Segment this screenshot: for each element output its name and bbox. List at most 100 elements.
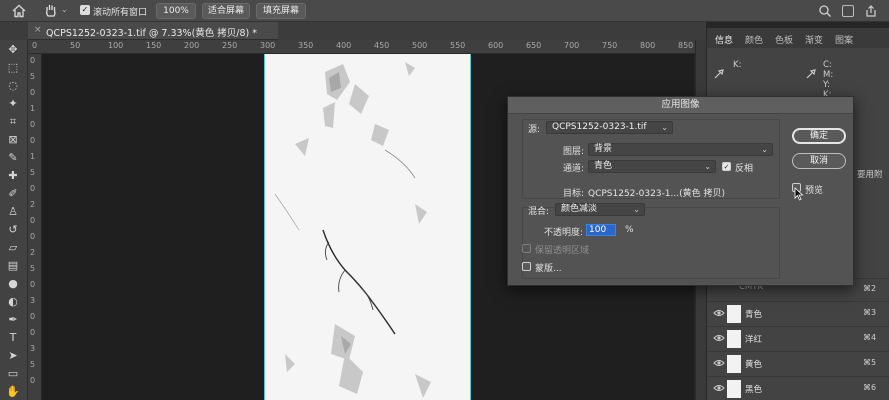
channel-shortcut: ⌘6 <box>863 383 877 392</box>
ruler-tick-label: 0 <box>30 56 36 65</box>
channel-shortcut: ⌘4 <box>863 333 877 342</box>
healing-brush-tool-icon[interactable]: ✚ <box>6 170 20 182</box>
path-selection-tool-icon[interactable]: ➤ <box>6 350 20 362</box>
source-select[interactable]: QCPS1252-0323-1.tif ⌄ <box>546 121 673 134</box>
ruler-tick-label: 350 <box>298 41 314 50</box>
workspace-icon[interactable] <box>842 5 854 17</box>
ruler-tick-label: 5 <box>30 264 36 273</box>
pen-tool-icon[interactable]: ✒ <box>6 314 20 326</box>
channel-shortcut: ⌘3 <box>863 308 877 317</box>
channel-row-yellow[interactable]: 黄色 ⌘5 <box>707 351 889 375</box>
visibility-eye-icon[interactable] <box>713 382 725 394</box>
history-brush-tool-icon[interactable]: ↺ <box>6 224 20 236</box>
tab-color[interactable]: 颜色 <box>745 33 763 46</box>
chevron-down-icon: ⌄ <box>633 205 640 214</box>
channel-select[interactable]: 青色 ⌄ <box>588 160 716 173</box>
ruler-tick-label: 0 <box>30 216 36 225</box>
tab-gradients[interactable]: 渐变 <box>805 33 823 46</box>
mask-checkbox[interactable] <box>522 262 531 271</box>
blend-select[interactable]: 颜色减淡 ⌄ <box>555 203 645 216</box>
share-icon[interactable] <box>864 4 878 18</box>
channel-value: 青色 <box>594 161 613 171</box>
invert-checkbox[interactable]: ✓ <box>722 162 731 171</box>
ruler-tick-label: 2 <box>30 200 36 209</box>
ruler-tick-label: 800 <box>640 41 656 50</box>
clone-stamp-tool-icon[interactable]: ♙ <box>6 206 20 218</box>
eyedropper-tool-icon[interactable]: ✎ <box>6 152 20 164</box>
target-value: QCPS1252-0323-1...(黄色 拷贝) <box>588 189 726 199</box>
move-tool-icon[interactable]: ✥ <box>6 44 20 56</box>
gradient-tool-icon[interactable]: ▤ <box>6 260 20 272</box>
ruler-tick-label: 0 <box>30 88 36 97</box>
visibility-eye-icon[interactable] <box>713 307 725 319</box>
channel-row-magenta[interactable]: 洋红 ⌘4 <box>707 326 889 350</box>
ruler-tick-label: 3 <box>30 296 36 305</box>
rectangle-tool-icon[interactable]: ▭ <box>6 368 20 380</box>
opacity-label: 不透明度: <box>544 228 584 238</box>
cancel-button[interactable]: 取消 <box>792 153 846 169</box>
search-icon[interactable] <box>818 4 832 18</box>
type-tool-icon[interactable]: T <box>6 332 20 344</box>
marble-image[interactable] <box>265 54 470 400</box>
eraser-tool-icon[interactable]: ▱ <box>6 242 20 254</box>
visibility-eye-icon[interactable] <box>713 332 725 344</box>
ruler-tick-label: 750 <box>602 41 618 50</box>
ruler-tick-label: 2 <box>30 248 36 257</box>
opacity-unit: % <box>625 225 634 235</box>
crop-tool-icon[interactable]: ⌗ <box>6 116 20 128</box>
ruler-tick-label: 5 <box>30 72 36 81</box>
blur-tool-icon[interactable]: ● <box>6 278 20 290</box>
guide-line[interactable] <box>470 54 471 400</box>
source-label: 源: <box>528 125 541 135</box>
zoom-100-button[interactable]: 100% <box>156 3 196 19</box>
channel-row-cyan[interactable]: 青色 ⌘3 <box>707 301 889 325</box>
channel-row-black[interactable]: 黑色 ⌘6 <box>707 376 889 400</box>
marquee-tool-icon[interactable]: ⬚ <box>6 62 20 74</box>
channel-name: 黄色 <box>745 360 763 370</box>
layer-label: 图层: <box>563 147 585 157</box>
dodge-tool-icon[interactable]: ◐ <box>6 296 20 308</box>
scroll-all-windows-checkbox[interactable]: ✓ <box>80 5 90 15</box>
ruler-tick-label: 450 <box>374 41 390 50</box>
frame-tool-icon[interactable]: ⊠ <box>6 134 20 146</box>
hand-tool-sidebar-icon[interactable]: ✋ <box>6 386 20 398</box>
preserve-transparency-checkbox[interactable] <box>522 244 531 253</box>
panel-tabs: 信息 颜色 色板 渐变 图案 <box>707 28 889 48</box>
channel-shortcut: ⌘2 <box>863 284 877 293</box>
ok-button[interactable]: 确定 <box>792 128 846 144</box>
ruler-tick-label: 1 <box>30 104 36 113</box>
ruler-tick-label: 0 <box>30 184 36 193</box>
ruler-tick-label: 0 <box>30 328 36 337</box>
layer-select[interactable]: 背景 ⌄ <box>588 143 773 156</box>
tab-swatches[interactable]: 色板 <box>775 33 793 46</box>
tab-info[interactable]: 信息 <box>715 33 733 46</box>
opacity-input[interactable]: 100 <box>586 224 616 236</box>
ruler-tick-label: 0 <box>30 120 36 129</box>
hand-tool-icon[interactable] <box>44 3 58 18</box>
home-icon[interactable] <box>11 3 27 19</box>
tab-patterns[interactable]: 图案 <box>835 33 853 46</box>
guide-line[interactable] <box>264 54 265 400</box>
brush-tool-icon[interactable]: ✐ <box>6 188 20 200</box>
channel-thumbnail <box>727 380 741 398</box>
ruler-tick-label: 5 <box>30 168 36 177</box>
close-icon[interactable]: × <box>34 25 42 35</box>
ruler-tick-label: 0 <box>30 376 36 385</box>
channel-thumbnail <box>727 305 741 323</box>
magic-wand-tool-icon[interactable]: ✦ <box>6 98 20 110</box>
document-tab[interactable]: × QCPS1252-0323-1.tif @ 7.33%(黄色 拷贝/8) * <box>28 22 278 40</box>
clipped-panel-text: 要用附 <box>857 170 883 180</box>
visibility-eye-icon[interactable] <box>713 357 725 369</box>
target-label: 目标: <box>563 189 585 199</box>
info-y-readout: Y: <box>823 80 830 90</box>
fit-screen-button[interactable]: 适合屏幕 <box>202 3 250 19</box>
tool-preset-chevron-icon[interactable]: ⌄ <box>61 5 68 14</box>
fill-screen-button[interactable]: 填充屏幕 <box>256 3 306 19</box>
ruler-tick-label: 5 <box>30 360 36 369</box>
chevron-down-icon: ⌄ <box>661 123 668 132</box>
mouse-cursor-icon <box>794 187 804 201</box>
lasso-tool-icon[interactable]: ◌ <box>6 80 20 92</box>
ruler-tick-label: 700 <box>564 41 580 50</box>
info-k-readout: K: <box>733 60 742 70</box>
options-bar: ⌄ ✓ 滚动所有窗口 100% 适合屏幕 填充屏幕 <box>0 0 889 22</box>
